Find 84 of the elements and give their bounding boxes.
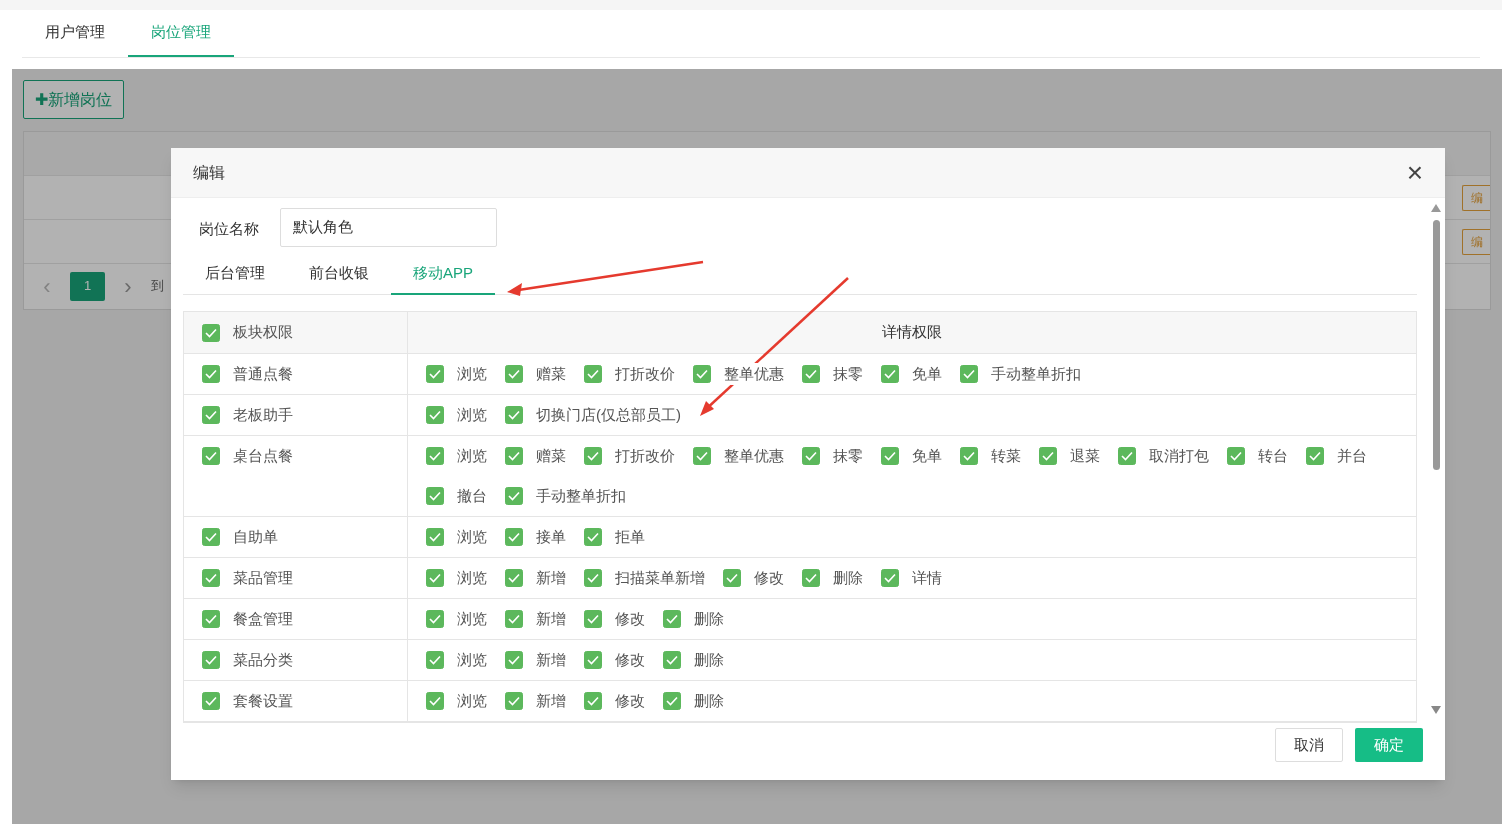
checkbox[interactable] bbox=[426, 651, 444, 669]
tab[interactable]: 后台管理 bbox=[183, 253, 287, 295]
checkbox[interactable] bbox=[584, 692, 602, 710]
checkbox[interactable] bbox=[1039, 447, 1057, 465]
tab[interactable]: 用户管理 bbox=[22, 10, 128, 57]
checkbox[interactable] bbox=[505, 651, 523, 669]
checkbox[interactable] bbox=[584, 447, 602, 465]
checkbox[interactable] bbox=[202, 323, 220, 342]
prev-page-button[interactable]: ‹ bbox=[38, 269, 56, 303]
column-header: 详情权限 bbox=[882, 322, 942, 343]
checkbox[interactable] bbox=[663, 692, 681, 710]
goto-label: 到 bbox=[151, 277, 164, 296]
close-button[interactable]: × bbox=[1406, 158, 1423, 187]
checkbox[interactable] bbox=[202, 692, 220, 710]
checkbox[interactable] bbox=[426, 692, 444, 710]
checkbox[interactable] bbox=[723, 569, 741, 587]
checkbox[interactable] bbox=[505, 528, 523, 546]
checkbox[interactable] bbox=[202, 365, 220, 383]
page-button[interactable]: 1 bbox=[70, 271, 105, 301]
module-name: 普通点餐 bbox=[233, 365, 293, 383]
checkbox[interactable] bbox=[426, 528, 444, 546]
column-header: 板块权限 bbox=[233, 322, 293, 343]
checkbox[interactable] bbox=[426, 447, 444, 465]
checkbox[interactable] bbox=[505, 692, 523, 710]
checkbox[interactable] bbox=[1227, 447, 1245, 465]
checkbox[interactable] bbox=[881, 569, 899, 587]
checkbox[interactable] bbox=[802, 569, 820, 587]
checkbox[interactable] bbox=[802, 447, 820, 465]
dialog-title: 编辑 bbox=[193, 162, 225, 183]
checkbox[interactable] bbox=[663, 610, 681, 628]
edit-button[interactable]: 编 bbox=[1462, 184, 1490, 211]
module-name: 老板助手 bbox=[233, 406, 293, 424]
checkbox[interactable] bbox=[426, 610, 444, 628]
checkbox[interactable] bbox=[960, 365, 978, 383]
module-name: 餐盒管理 bbox=[233, 610, 293, 628]
checkbox[interactable] bbox=[881, 365, 899, 383]
add-position-button[interactable]: ✚新增岗位 bbox=[23, 80, 124, 119]
checkbox[interactable] bbox=[505, 610, 523, 628]
checkbox[interactable] bbox=[202, 447, 220, 465]
checkbox[interactable] bbox=[693, 365, 711, 383]
checkbox[interactable] bbox=[1306, 447, 1324, 465]
input-field[interactable]: 默认角色 bbox=[280, 208, 497, 247]
checkbox[interactable] bbox=[960, 447, 978, 465]
checkbox[interactable] bbox=[1118, 447, 1136, 465]
module-name: 菜品分类 bbox=[233, 651, 293, 669]
checkbox[interactable] bbox=[505, 447, 523, 465]
checkbox[interactable] bbox=[584, 610, 602, 628]
checkbox[interactable] bbox=[505, 406, 523, 424]
scroll-up-icon[interactable] bbox=[1431, 204, 1441, 212]
tab[interactable]: 岗位管理 bbox=[128, 10, 234, 57]
checkbox[interactable] bbox=[426, 406, 444, 424]
confirm-button[interactable]: 确定 bbox=[1355, 728, 1423, 762]
tab[interactable]: 前台收银 bbox=[287, 253, 391, 295]
module-name: 套餐设置 bbox=[233, 692, 293, 710]
checkbox[interactable] bbox=[202, 528, 220, 546]
next-page-button[interactable]: › bbox=[119, 269, 137, 303]
scroll-down-icon[interactable] bbox=[1431, 706, 1441, 714]
checkbox[interactable] bbox=[426, 365, 444, 383]
checkbox[interactable] bbox=[202, 406, 220, 424]
checkbox[interactable] bbox=[202, 610, 220, 628]
module-name: 菜品管理 bbox=[233, 569, 293, 587]
checkbox[interactable] bbox=[584, 569, 602, 587]
checkbox[interactable] bbox=[202, 569, 220, 587]
checkbox[interactable] bbox=[505, 487, 523, 505]
checkbox[interactable] bbox=[426, 487, 444, 505]
checkbox[interactable] bbox=[584, 651, 602, 669]
checkbox[interactable] bbox=[584, 365, 602, 383]
cancel-button[interactable]: 取消 bbox=[1275, 728, 1343, 762]
checkbox[interactable] bbox=[663, 651, 681, 669]
scrollbar-thumb[interactable] bbox=[1432, 220, 1440, 470]
field-label: 岗位名称 bbox=[199, 219, 259, 240]
edit-button[interactable]: 编 bbox=[1462, 228, 1490, 255]
checkbox[interactable] bbox=[505, 569, 523, 587]
checkbox[interactable] bbox=[584, 528, 602, 546]
checkbox[interactable] bbox=[881, 447, 899, 465]
permission-label: 整单优惠 bbox=[724, 362, 784, 386]
module-name: 桌台点餐 bbox=[233, 447, 293, 465]
checkbox[interactable] bbox=[202, 651, 220, 669]
checkbox[interactable] bbox=[802, 365, 820, 383]
module-name: 自助单 bbox=[233, 528, 278, 546]
tab[interactable]: 移动APP bbox=[391, 253, 495, 295]
checkbox[interactable] bbox=[505, 365, 523, 383]
checkbox[interactable] bbox=[426, 569, 444, 587]
checkbox[interactable] bbox=[693, 447, 711, 465]
